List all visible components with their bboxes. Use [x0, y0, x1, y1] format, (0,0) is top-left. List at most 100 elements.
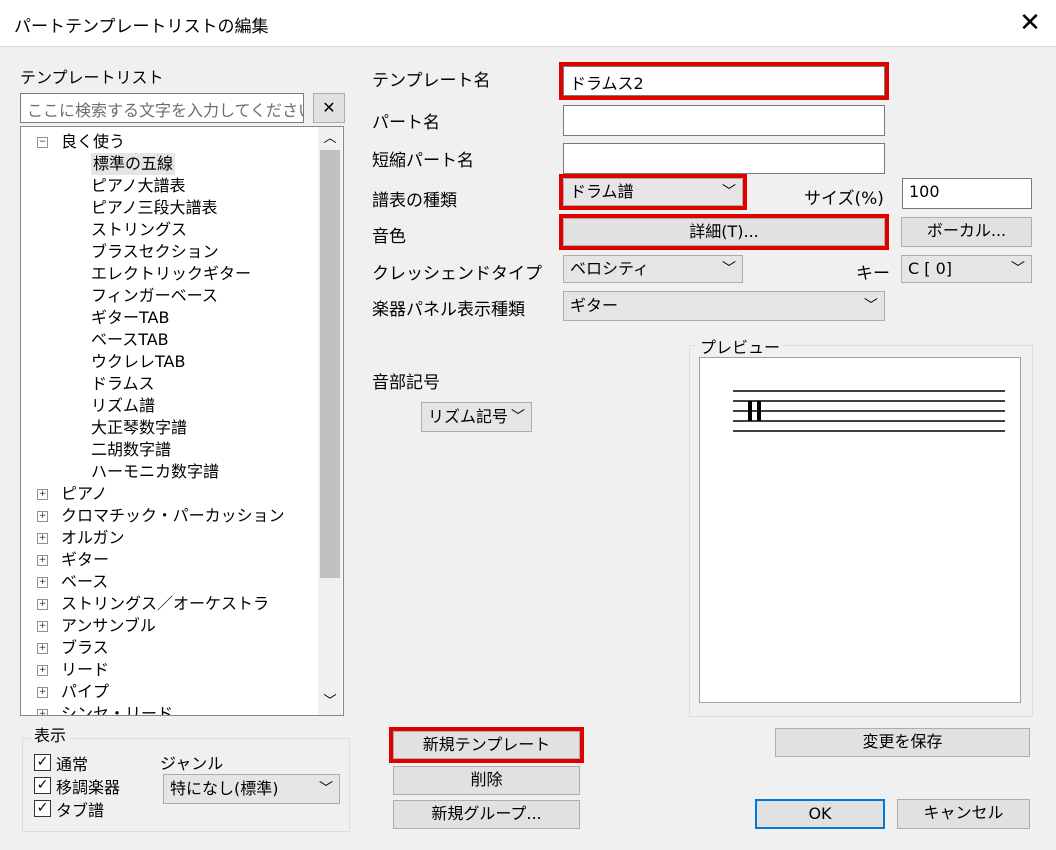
expand-icon[interactable]: +	[37, 643, 48, 654]
key-label: キー	[856, 264, 890, 284]
title-bar: パートテンプレートリストの編集 ✕	[0, 0, 1056, 47]
expand-icon[interactable]: +	[37, 687, 48, 698]
template-name-field[interactable]: ドラムス2	[559, 62, 889, 100]
chevron-up-icon[interactable]: ︿	[320, 129, 340, 149]
tree-template-label: 二胡数字譜	[91, 440, 172, 459]
short-name-label: 短縮パート名	[372, 151, 474, 171]
tree-template-label: ストリングス	[91, 220, 188, 239]
genre-value: 特になし(標準)	[170, 779, 279, 798]
tree-group-label: ストリングス／オーケストラ	[61, 594, 270, 613]
crescendo-value: ベロシティ	[570, 259, 650, 278]
chevron-down-icon: ﹀	[511, 409, 525, 425]
tree-template-label: 大正琴数字譜	[91, 418, 188, 437]
chevron-down-icon: ﹀	[722, 184, 736, 200]
staff-preview	[733, 390, 1005, 432]
chevron-down-icon: ﹀	[1011, 261, 1025, 277]
crescendo-label: クレッシェンドタイプ	[372, 264, 542, 284]
expand-icon[interactable]: +	[37, 621, 48, 632]
tree-template-label: リズム譜	[91, 396, 156, 415]
checkbox-2[interactable]: ✓	[34, 800, 51, 817]
template-list-label: テンプレートリスト	[20, 68, 164, 87]
staff-type-select[interactable]: ドラム譜 ﹀	[559, 174, 747, 210]
staff-type-label: 譜表の種類	[372, 191, 457, 211]
clef-value: リズム記号	[428, 407, 509, 426]
short-name-field[interactable]	[563, 143, 885, 174]
delete-button[interactable]: 削除	[393, 766, 580, 795]
template-tree[interactable]: − 良く使う標準の五線 ピアノ大譜表ピアノ三段大譜表 ストリングスブラスセクションエレ…	[20, 126, 344, 716]
clef-label: 音部記号	[372, 373, 440, 393]
checkbox-label: タブ譜	[56, 801, 105, 820]
collapse-icon[interactable]: −	[37, 137, 48, 148]
checkbox-label: 通常	[56, 755, 89, 774]
tree-template-label: ハーモニカ数字譜	[91, 462, 220, 481]
tree-group-label: ギター	[61, 550, 110, 569]
expand-icon[interactable]: +	[37, 665, 48, 676]
panel-type-select[interactable]: ギター ﹀	[563, 291, 885, 321]
chevron-down-icon[interactable]: ﹀	[320, 692, 340, 712]
close-icon[interactable]: ✕	[1010, 4, 1050, 42]
scrollbar-thumb[interactable]	[320, 150, 340, 578]
tree-template-label: フィンガーベース	[91, 286, 218, 305]
search-input[interactable]: ここに検索する文字を入力してください	[20, 93, 304, 123]
staff-type-value: ドラム譜	[570, 182, 634, 201]
tree-template-label: ウクレレTAB	[91, 352, 186, 371]
tree-group-label: ブラス	[61, 638, 109, 657]
crescendo-select[interactable]: ベロシティ ﹀	[563, 255, 743, 283]
clef-select[interactable]: リズム記号 ﹀	[421, 402, 532, 432]
part-name-label: パート名	[372, 113, 440, 133]
tree-template-label: 標準の五線	[91, 153, 176, 175]
checkbox-1[interactable]: ✓	[34, 777, 51, 794]
tree-group-label: クロマチック・パーカッション	[61, 506, 285, 525]
panel-type-value: ギター	[570, 296, 619, 315]
expand-icon[interactable]: +	[37, 489, 48, 500]
tree-group-label: パイプ	[61, 682, 110, 701]
chevron-down-icon: ﹀	[722, 261, 736, 277]
expand-icon[interactable]: +	[37, 577, 48, 588]
ok-button[interactable]: OK	[755, 799, 885, 829]
vocal-button[interactable]: ボーカル...	[901, 217, 1032, 247]
genre-label: ジャンル	[160, 754, 224, 773]
size-label: サイズ(%)	[804, 189, 884, 209]
tree-template-label: ピアノ三段大譜表	[91, 198, 218, 217]
tree-group-label: アンサンブル	[61, 616, 156, 635]
checkbox-label: 移調楽器	[56, 778, 121, 797]
clear-search-icon[interactable]: ✕	[313, 93, 345, 123]
key-value: C [ 0]	[908, 259, 953, 278]
size-field[interactable]: 100	[902, 178, 1032, 209]
save-changes-button[interactable]: 変更を保存	[775, 728, 1030, 757]
expand-icon[interactable]: +	[37, 599, 48, 610]
tone-label: 音色	[372, 227, 406, 247]
tree-template-label: エレクトリックギター	[91, 264, 252, 283]
window-title: パートテンプレートリストの編集	[14, 17, 269, 37]
display-group-label: 表示	[30, 722, 71, 746]
chevron-down-icon: ﹀	[319, 781, 333, 797]
tree-template-label: ドラムス	[91, 374, 155, 393]
tree-group-label: 良く使う	[61, 132, 126, 151]
part-name-field[interactable]	[563, 105, 885, 136]
tree-group-label: リード	[61, 660, 110, 679]
tree-template-label: ピアノ大譜表	[91, 176, 186, 195]
detail-button[interactable]: 詳細(T)...	[559, 214, 889, 250]
new-template-button[interactable]: 新規テンプレート	[389, 727, 584, 763]
expand-icon[interactable]: +	[37, 533, 48, 544]
tree-group-label: ベース	[61, 572, 109, 591]
tree-template-label: ブラスセクション	[91, 242, 219, 261]
preview-pane	[699, 357, 1021, 703]
cancel-button[interactable]: キャンセル	[897, 799, 1030, 829]
tree-template-label: ベースTAB	[91, 330, 169, 349]
template-name-label: テンプレート名	[372, 71, 491, 91]
expand-icon[interactable]: +	[37, 511, 48, 522]
checkbox-0[interactable]: ✓	[34, 754, 51, 771]
expand-icon[interactable]: +	[37, 555, 48, 566]
genre-select[interactable]: 特になし(標準) ﹀	[163, 774, 340, 804]
new-group-button[interactable]: 新規グループ...	[393, 800, 580, 829]
preview-label: プレビュー	[697, 334, 784, 358]
expand-icon[interactable]: +	[37, 709, 48, 715]
tree-group-label: オルガン	[61, 528, 125, 547]
tree-group-label: シンセ・リード	[61, 704, 174, 716]
chevron-down-icon: ﹀	[864, 298, 878, 314]
panel-type-label: 楽器パネル表示種類	[372, 300, 525, 320]
tree-group-label: ピアノ	[61, 484, 108, 503]
tree-template-label: ギターTAB	[91, 308, 170, 327]
key-select[interactable]: C [ 0] ﹀	[901, 255, 1032, 283]
